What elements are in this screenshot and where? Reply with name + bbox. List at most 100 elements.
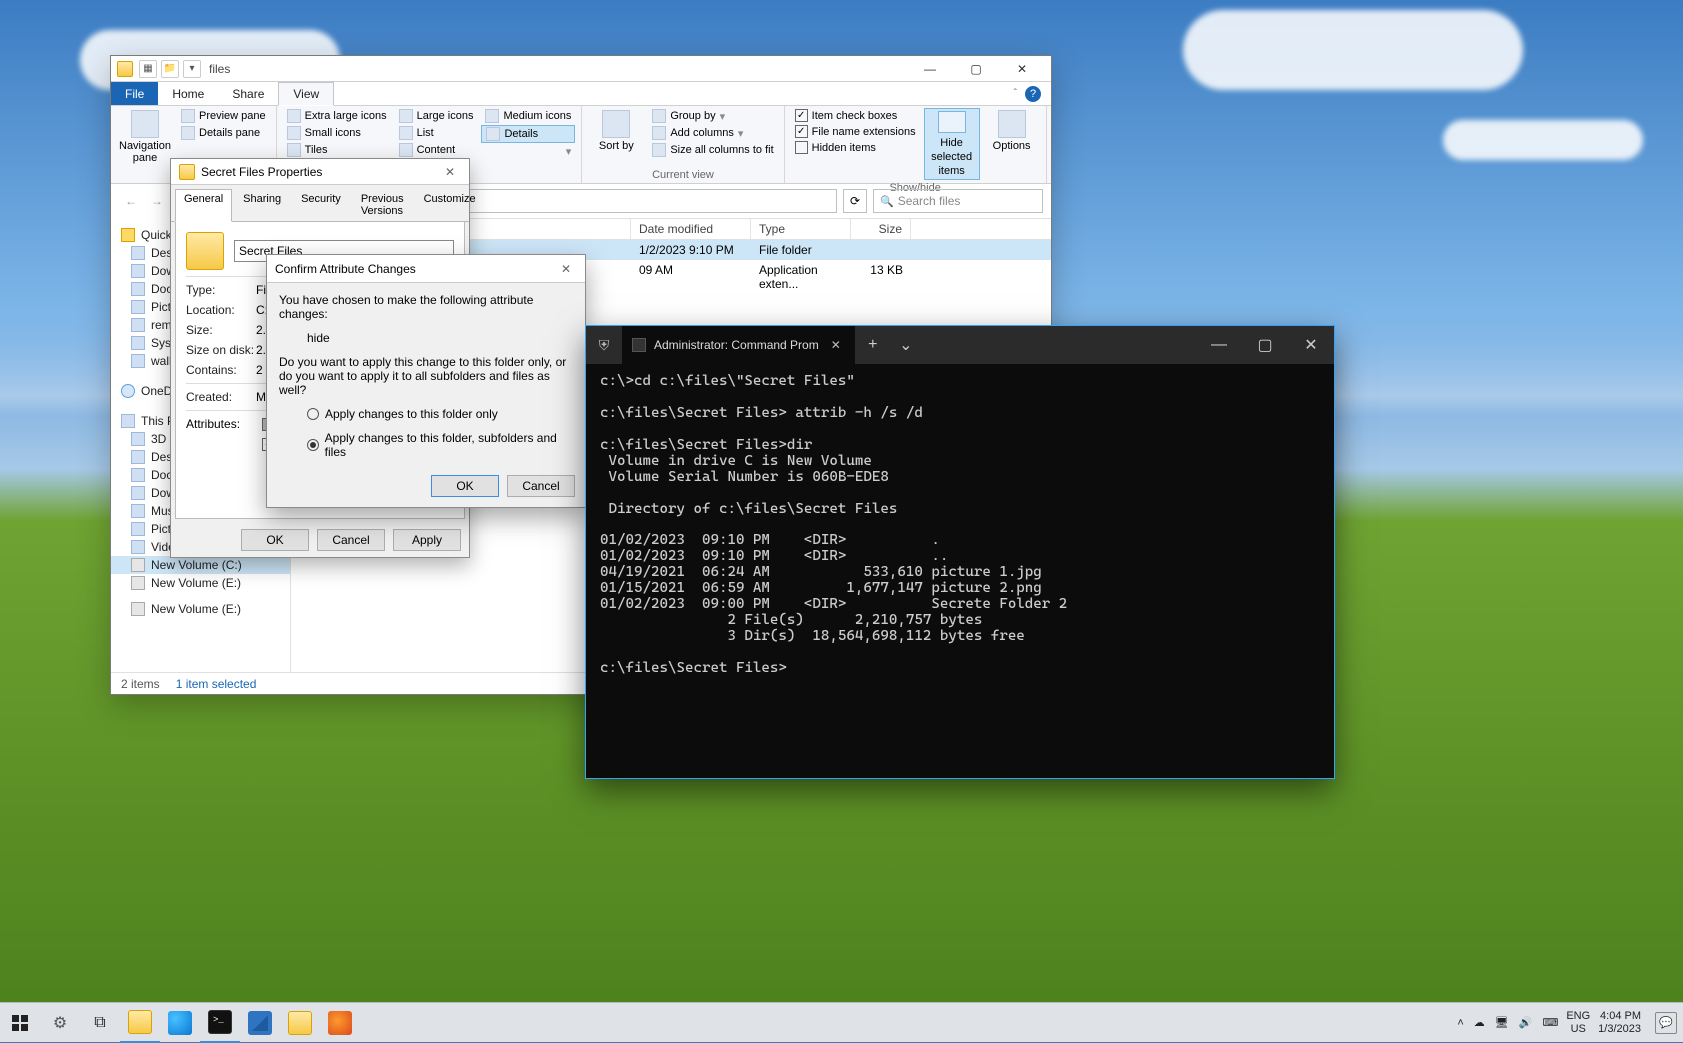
list[interactable]: List (395, 125, 478, 141)
cancel-button[interactable]: Cancel (317, 529, 385, 551)
language-indicator[interactable]: ENG US (1566, 1010, 1590, 1034)
navigation-pane-button[interactable]: Navigation pane (117, 108, 173, 166)
properties-titlebar[interactable]: Secret Files Properties ✕ (171, 159, 469, 185)
small-icons[interactable]: Small icons (283, 125, 391, 141)
tab-home[interactable]: Home (158, 82, 218, 105)
task-view-button[interactable]: ⧉ (80, 1003, 120, 1043)
back-button[interactable]: ← (119, 189, 143, 213)
forward-button[interactable]: → (145, 189, 169, 213)
qat-properties-icon[interactable]: ▦ (139, 60, 157, 78)
close-button[interactable]: ✕ (999, 56, 1045, 82)
ribbon-tabs: File Home Share View ˆ ? (111, 82, 1051, 106)
start-button[interactable] (0, 1003, 40, 1043)
type-label: Type: (186, 283, 256, 297)
volume-tray-icon[interactable]: 🔊 (1519, 1016, 1533, 1029)
tab-general[interactable]: General (175, 189, 232, 222)
col-size[interactable]: Size (851, 219, 911, 239)
taskbar-edge[interactable] (160, 1003, 200, 1043)
system-tray[interactable]: ˄ ☁ 🖥 🔊 ⌨ (1457, 1016, 1558, 1029)
explorer-titlebar[interactable]: ▦ 📁 ▾ files — ▢ ✕ (111, 56, 1051, 82)
tab-previous-versions[interactable]: Previous Versions (352, 189, 413, 221)
cancel-button[interactable]: Cancel (507, 475, 575, 497)
file-name-extensions[interactable]: File name extensions (791, 124, 920, 139)
options-button[interactable]: Options (984, 108, 1040, 180)
taskbar: ⚙ ⧉ ˄ ☁ 🖥 🔊 ⌨ ENG US 4:04 PM 1/3/2023 💬 (0, 1002, 1683, 1042)
network-tray-icon[interactable]: 🖥 (1495, 1016, 1509, 1029)
refresh-button[interactable]: ⟳ (843, 189, 867, 213)
tab-menu-button[interactable]: ⌄ (891, 326, 921, 364)
details-pane-button[interactable]: Details pane (177, 125, 270, 141)
close-icon[interactable]: ✕ (439, 165, 461, 179)
content[interactable]: Content (395, 142, 478, 158)
hide-selected-items-button[interactable]: Hide selected items (924, 108, 980, 180)
taskbar-explorer-pinned[interactable] (280, 1003, 320, 1043)
apply-folder-only-option[interactable]: Apply changes to this folder only (279, 407, 573, 421)
details-layout[interactable]: Details (481, 125, 575, 143)
minimize-button[interactable]: — (1196, 326, 1242, 364)
nav-drive-e1[interactable]: New Volume (E:) (111, 574, 290, 592)
sort-by-button[interactable]: Sort by (588, 108, 644, 158)
tab-file[interactable]: File (111, 82, 158, 105)
tab-sharing[interactable]: Sharing (234, 189, 290, 221)
terminal-tab[interactable]: Administrator: Command Prom ✕ (622, 326, 855, 364)
layout-more[interactable]: ▾ (481, 144, 575, 159)
tab-view[interactable]: View (278, 82, 334, 106)
hidden-items[interactable]: Hidden items (791, 140, 920, 155)
nav-drive-e2[interactable]: New Volume (E:) (111, 600, 290, 618)
col-date[interactable]: Date modified (631, 219, 751, 239)
onedrive-tray-icon[interactable]: ☁ (1474, 1016, 1485, 1029)
contains-label: Contains: (186, 363, 256, 377)
terminal-output[interactable]: c:\>cd c:\files\"Secret Files" c:\files\… (586, 364, 1334, 778)
qat-newfolder-icon[interactable]: 📁 (161, 60, 179, 78)
terminal-window: ⛨ Administrator: Command Prom ✕ + ⌄ — ▢ … (585, 325, 1335, 779)
close-button[interactable]: ✕ (1288, 326, 1334, 364)
keyboard-tray-icon[interactable]: ⌨ (1542, 1016, 1558, 1029)
new-tab-button[interactable]: + (855, 326, 891, 364)
qat-dropdown-icon[interactable]: ▾ (183, 60, 201, 78)
size-all-columns-button[interactable]: Size all columns to fit (648, 142, 777, 158)
tab-customize[interactable]: Customize (415, 189, 485, 221)
cmd-icon (632, 338, 646, 352)
item-check-boxes[interactable]: Item check boxes (791, 108, 920, 123)
taskbar-explorer[interactable] (120, 1003, 160, 1043)
preview-pane-label: Preview pane (199, 110, 266, 122)
taskbar-terminal[interactable] (200, 1003, 240, 1043)
folder-icon (179, 164, 195, 180)
clock[interactable]: 4:04 PM 1/3/2023 (1598, 1010, 1647, 1034)
group-by-button[interactable]: Group by▾ (648, 108, 777, 124)
confirm-line2: Do you want to apply this change to this… (279, 355, 573, 397)
preview-pane-button[interactable]: Preview pane (177, 108, 270, 124)
size-on-disk-label: Size on disk: (186, 343, 256, 357)
search-input[interactable]: Search files (873, 189, 1043, 213)
taskbar-firefox[interactable] (320, 1003, 360, 1043)
ok-button[interactable]: OK (431, 475, 499, 497)
minimize-button[interactable]: — (907, 56, 953, 82)
radio-icon (307, 408, 319, 420)
medium-icons[interactable]: Medium icons (481, 108, 575, 124)
maximize-button[interactable]: ▢ (1242, 326, 1288, 364)
confirm-titlebar[interactable]: Confirm Attribute Changes ✕ (267, 255, 585, 283)
taskbar-vscode[interactable] (240, 1003, 280, 1043)
col-type[interactable]: Type (751, 219, 851, 239)
maximize-button[interactable]: ▢ (953, 56, 999, 82)
ok-button[interactable]: OK (241, 529, 309, 551)
large-icons[interactable]: Large icons (395, 108, 478, 124)
add-columns-button[interactable]: Add columns▾ (648, 125, 777, 141)
extra-large-icons[interactable]: Extra large icons (283, 108, 391, 124)
help-icon[interactable]: ? (1025, 86, 1041, 102)
tiles[interactable]: Tiles (283, 142, 391, 158)
apply-subfolders-option[interactable]: Apply changes to this folder, subfolders… (279, 431, 573, 459)
shield-icon: ⛨ (586, 326, 622, 364)
current-view-group-label: Current view (588, 167, 777, 183)
tab-share[interactable]: Share (218, 82, 278, 105)
nav-drive-c[interactable]: New Volume (C:) (111, 556, 290, 574)
tab-security[interactable]: Security (292, 189, 350, 221)
ribbon-collapse-icon[interactable]: ˆ (1014, 88, 1017, 99)
tray-overflow-icon[interactable]: ˄ (1457, 1017, 1463, 1029)
apply-button[interactable]: Apply (393, 529, 461, 551)
folder-icon (186, 232, 224, 270)
action-center-button[interactable]: 💬 (1655, 1012, 1677, 1034)
close-icon[interactable]: ✕ (555, 262, 577, 276)
taskbar-settings[interactable]: ⚙ (40, 1003, 80, 1043)
tab-close-icon[interactable]: ✕ (827, 338, 845, 352)
